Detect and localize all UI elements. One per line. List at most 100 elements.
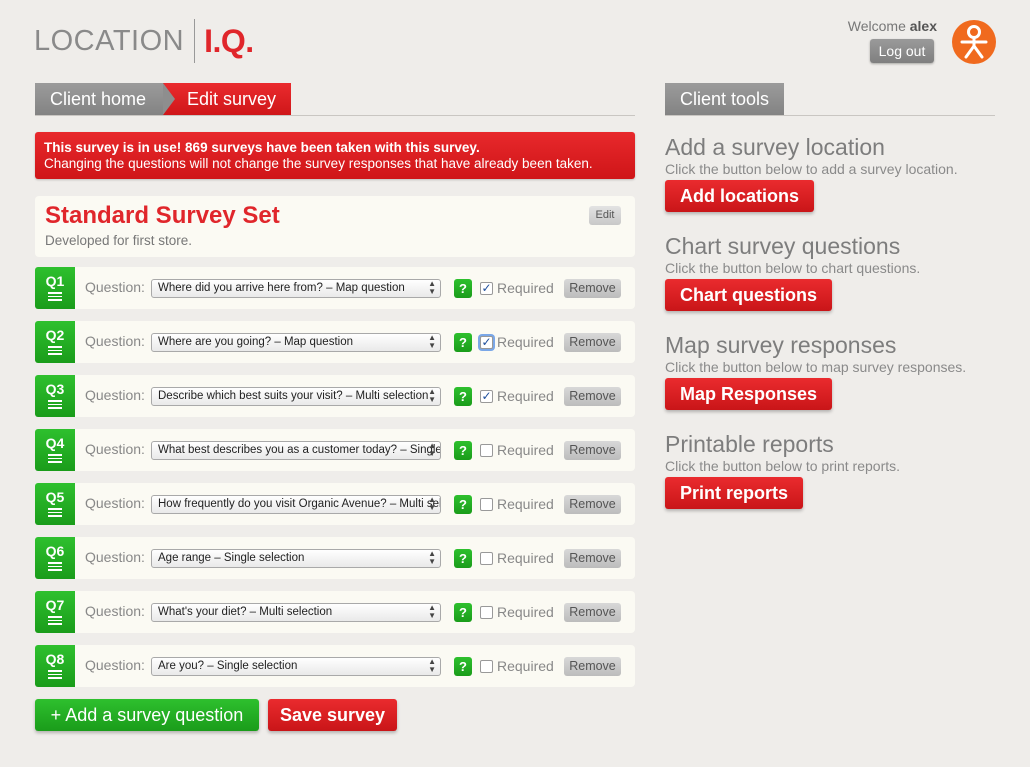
grip-icon [48,670,62,679]
required-checkbox[interactable] [480,660,493,673]
question-drag-handle[interactable]: Q6 [35,537,75,579]
user-avatar-icon[interactable] [952,20,996,64]
grip-icon [48,616,62,625]
remove-question-button[interactable]: Remove [564,603,621,622]
help-icon[interactable]: ? [454,333,472,352]
question-drag-handle[interactable]: Q4 [35,429,75,471]
map-responses-button[interactable]: Map Responses [665,378,833,410]
required-label: Required [497,496,554,512]
question-select[interactable]: Where did you arrive here from? – Map qu… [151,279,441,298]
grip-icon [48,346,62,355]
help-icon[interactable]: ? [454,549,472,568]
remove-question-button[interactable]: Remove [564,387,621,406]
question-select[interactable]: Age range – Single selection ▲ ▼ [151,549,441,568]
question-select[interactable]: What best describes you as a customer to… [151,441,441,460]
question-select[interactable]: Are you? – Single selection ▲ ▼ [151,657,441,676]
help-icon[interactable]: ? [454,603,472,622]
help-icon[interactable]: ? [454,657,472,676]
question-select[interactable]: What's your diet? – Multi selection ▲ ▼ [151,603,441,622]
question-number: Q3 [45,381,65,397]
question-select-value: Are you? – Single selection [158,660,298,672]
question-label: Question: [85,657,145,673]
edit-survey-button[interactable]: Edit [589,206,621,225]
required-checkbox[interactable] [480,606,493,619]
logo-divider [194,19,196,63]
select-arrows-icon: ▲ ▼ [428,549,436,566]
help-icon[interactable]: ? [454,279,472,298]
logout-button[interactable]: Log out [870,39,934,63]
required-checkbox[interactable]: ✓ [480,390,493,403]
help-icon[interactable]: ? [454,495,472,514]
remove-question-button[interactable]: Remove [564,657,621,676]
question-label: Question: [85,387,145,403]
remove-question-button[interactable]: Remove [564,549,621,568]
alert-line-1: This survey is in use! 869 surveys have … [44,140,480,155]
remove-question-button[interactable]: Remove [564,495,621,514]
question-drag-handle[interactable]: Q8 [35,645,75,687]
add-question-button[interactable]: + Add a survey question [35,699,259,731]
question-select[interactable]: How frequently do you visit Organic Aven… [151,495,441,514]
tool-description: Click the button below to add a survey l… [665,161,958,177]
chart-questions-button[interactable]: Chart questions [665,279,833,311]
required-label: Required [497,388,554,404]
add-locations-button[interactable]: Add locations [665,180,815,212]
question-number: Q2 [45,327,65,343]
remove-question-button[interactable]: Remove [564,441,621,460]
question-drag-handle[interactable]: Q5 [35,483,75,525]
tab-edit-survey[interactable]: Edit survey [163,83,291,115]
required-checkbox[interactable]: ✓ [480,336,493,349]
select-arrows-icon: ▲ ▼ [428,441,436,458]
question-drag-handle[interactable]: Q1 [35,267,75,309]
required-checkbox[interactable] [480,498,493,511]
select-arrows-icon: ▲ ▼ [428,333,436,350]
question-drag-handle[interactable]: Q7 [35,591,75,633]
select-arrows-icon: ▲ ▼ [428,657,436,674]
question-select-value: What best describes you as a customer to… [158,444,441,456]
question-row: Q8 Question: Are you? – Single selection ▲ ▼… [35,645,635,687]
survey-subtitle: Developed for first store. [45,233,193,248]
required-checkbox[interactable]: ✓ [480,282,493,295]
question-number: Q4 [45,435,65,451]
required-label: Required [497,604,554,620]
tool-title: Map survey responses [665,332,897,358]
help-icon[interactable]: ? [454,441,472,460]
grip-icon [48,562,62,571]
client-tools-header: Client tools [665,83,995,116]
tool-title: Chart survey questions [665,233,901,259]
survey-in-use-alert: This survey is in use! 869 surveys have … [35,132,635,179]
question-select[interactable]: Where are you going? – Map question ▲ ▼ [151,333,441,352]
save-survey-button[interactable]: Save survey [268,699,397,731]
tool-section: Map survey responses Click the button bel… [665,332,966,410]
grip-icon [48,400,62,409]
required-checkbox[interactable] [480,552,493,565]
question-row: Q6 Question: Age range – Single selection ▲… [35,537,635,579]
help-icon[interactable]: ? [454,387,472,406]
question-select[interactable]: Describe which best suits your visit? – … [151,387,441,406]
question-label: Question: [85,603,145,619]
required-label: Required [497,550,554,566]
question-row: Q4 Question: What best describes you as a … [35,429,635,471]
survey-title: Standard Survey Set [45,202,280,229]
tab-client-tools[interactable]: Client tools [665,83,784,115]
question-drag-handle[interactable]: Q3 [35,375,75,417]
remove-question-button[interactable]: Remove [564,279,621,298]
question-select-value: How frequently do you visit Organic Aven… [158,498,441,510]
tab-client-home[interactable]: Client home [35,83,175,115]
question-label: Question: [85,279,145,295]
remove-question-button[interactable]: Remove [564,333,621,352]
question-number: Q7 [45,597,65,613]
question-drag-handle[interactable]: Q2 [35,321,75,363]
select-arrows-icon: ▲ ▼ [428,387,436,404]
grip-icon [48,508,62,517]
required-checkbox[interactable] [480,444,493,457]
question-select-value: Where are you going? – Map question [158,336,353,348]
survey-header-card: Standard Survey Set Developed for first … [35,196,635,257]
question-select-value: Age range – Single selection [158,552,305,564]
question-select-value: Describe which best suits your visit? – … [158,390,429,402]
question-number: Q1 [45,273,65,289]
print-reports-button[interactable]: Print reports [665,477,804,509]
question-label: Question: [85,495,145,511]
app-logo[interactable]: LOCATION I.Q. [34,18,254,64]
tool-section: Add a survey location Click the button be… [665,134,958,212]
grip-icon [48,292,62,301]
